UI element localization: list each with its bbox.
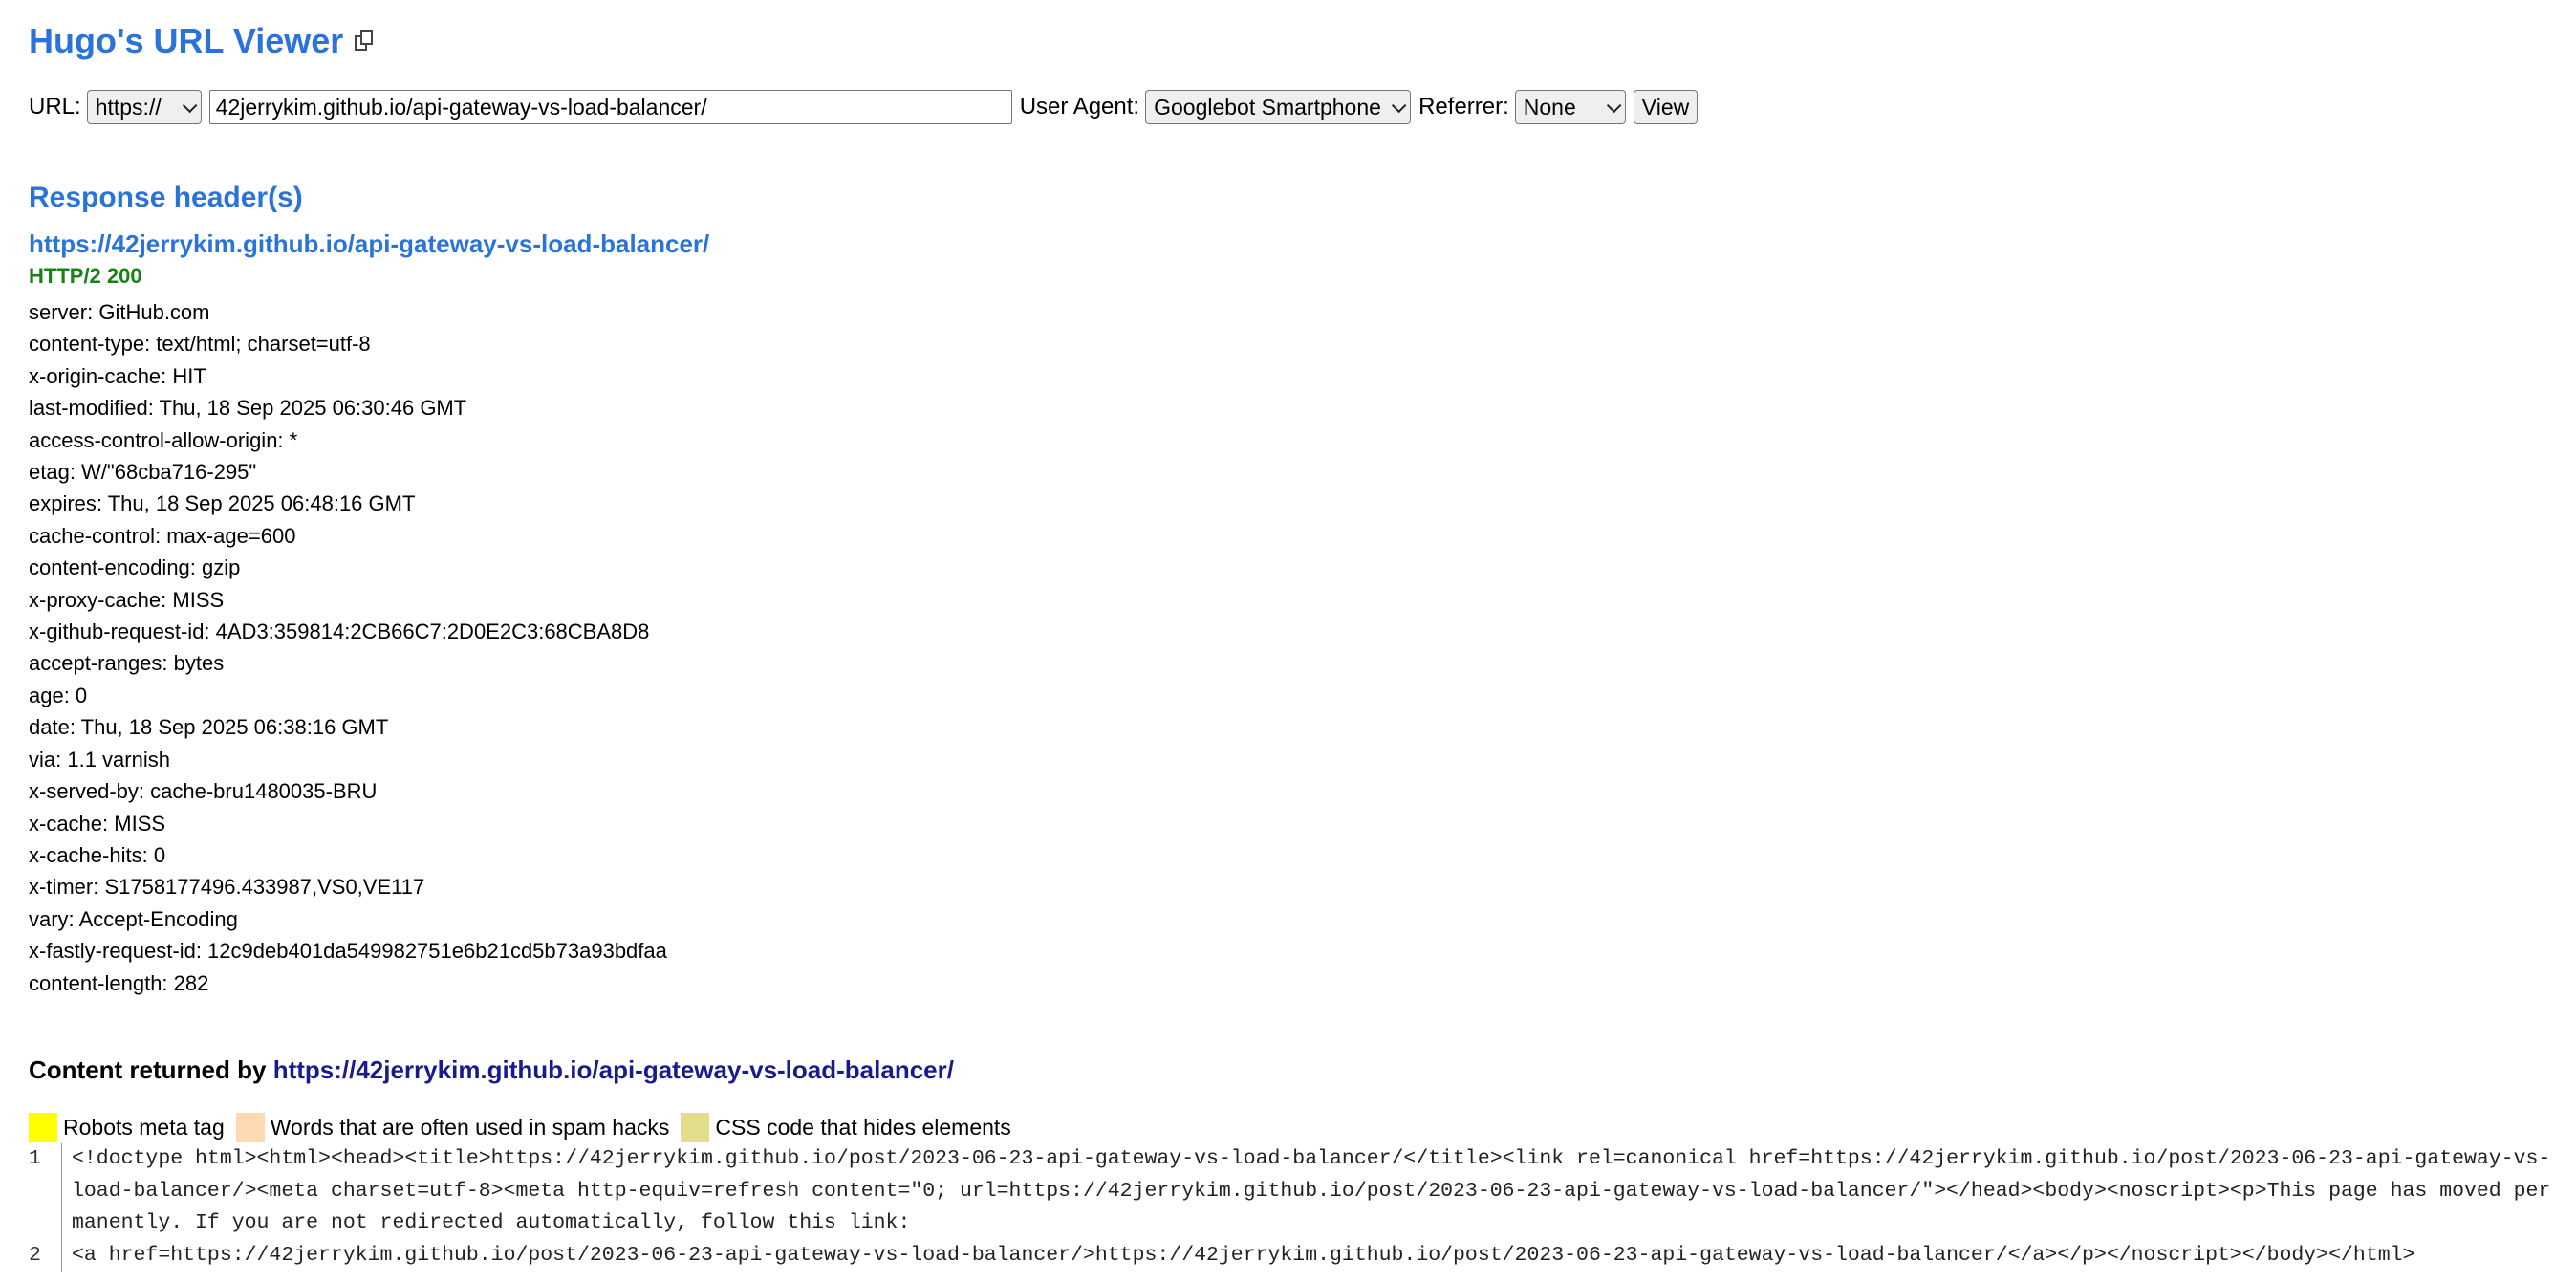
response-header-line: etag: W/"68cba716-295" xyxy=(29,460,257,485)
response-header-line: content-type: text/html; charset=utf-8 xyxy=(29,332,371,357)
response-header-line: via: 1.1 varnish xyxy=(29,747,170,772)
source-code-view: 1 <!doctype html><html><head><title>https… xyxy=(29,1143,2562,1272)
legend-label: Robots meta tag xyxy=(63,1114,225,1140)
legend-swatch xyxy=(235,1113,265,1142)
url-form: URL: https:// User Agent: Googlebot Smar… xyxy=(29,88,1699,126)
content-label-text: Content returned by xyxy=(29,1055,267,1084)
response-header-line: x-fastly-request-id: 12c9deb401da5499827… xyxy=(29,939,667,964)
legend-item: Words that are often used in spam hacks xyxy=(235,1113,670,1142)
code-line: 1 <!doctype html><html><head><title>https… xyxy=(29,1143,2562,1240)
user-agent-value: Googlebot Smartphone xyxy=(1154,94,1381,120)
response-header-line: server: GitHub.com xyxy=(29,300,210,324)
line-text: <a href=https://42jerrykim.github.io/pos… xyxy=(61,1239,2557,1272)
response-header-line: expires: Thu, 18 Sep 2025 06:48:16 GMT xyxy=(29,491,416,516)
content-returned-label: Content returned by https://42jerrykim.g… xyxy=(29,1055,954,1085)
response-header-line: x-served-by: cache-bru1480035-BRU xyxy=(29,779,378,804)
content-url-link[interactable]: https://42jerrykim.github.io/api-gateway… xyxy=(273,1055,954,1084)
response-header-line: x-proxy-cache: MISS xyxy=(29,587,225,612)
chevron-down-icon xyxy=(182,98,198,113)
legend-item: Robots meta tag xyxy=(29,1113,225,1142)
response-header-line: access-control-allow-origin: * xyxy=(29,427,298,452)
chevron-down-icon xyxy=(1606,98,1622,113)
response-header-line: content-encoding: gzip xyxy=(29,555,241,580)
status-line: HTTP/2 200 xyxy=(29,264,142,288)
url-input[interactable] xyxy=(208,90,1012,124)
response-header-line: date: Thu, 18 Sep 2025 06:38:16 GMT xyxy=(29,715,389,740)
response-url-link[interactable]: https://42jerrykim.github.io/api-gateway… xyxy=(29,229,709,259)
line-number: 2 xyxy=(29,1243,41,1267)
response-heading: Response header(s) xyxy=(29,182,303,213)
legend-label: CSS code that hides elements xyxy=(715,1114,1011,1140)
protocol-value: https:// xyxy=(95,94,162,120)
chevron-down-icon xyxy=(1391,98,1407,113)
response-header-line: x-github-request-id: 4AD3:359814:2CB66C7… xyxy=(29,620,650,644)
legend-swatch xyxy=(29,1113,57,1142)
url-label: URL: xyxy=(29,94,81,120)
response-header-line: x-origin-cache: HIT xyxy=(29,363,206,388)
user-agent-select[interactable]: Googlebot Smartphone xyxy=(1145,90,1412,124)
app-title: Hugo's URL Viewer xyxy=(29,21,344,60)
response-header-line: x-cache-hits: 0 xyxy=(29,842,166,867)
legend-item: CSS code that hides elements xyxy=(681,1113,1011,1142)
referrer-select[interactable]: None xyxy=(1514,90,1626,124)
url-viewer-page: Hugo's URL Viewer URL: https:// User Age… xyxy=(0,0,2576,1283)
response-header-line: cache-control: max-age=600 xyxy=(29,523,296,548)
legend-swatch xyxy=(681,1113,710,1142)
response-header-line: content-length: 282 xyxy=(29,970,209,995)
response-headers-list: server: GitHub.com content-type: text/htm… xyxy=(29,296,667,999)
copy-icon[interactable] xyxy=(355,30,376,53)
user-agent-label: User Agent: xyxy=(1019,94,1140,120)
response-header-line: x-timer: S1758177496.433987,VS0,VE117 xyxy=(29,875,425,900)
response-header-line: vary: Accept-Encoding xyxy=(29,906,238,931)
page-title: Hugo's URL Viewer xyxy=(29,21,376,61)
referrer-value: None xyxy=(1523,94,1576,120)
legend-label: Words that are often used in spam hacks xyxy=(270,1114,670,1140)
code-line: 2 <a href=https://42jerrykim.github.io/po… xyxy=(29,1239,2562,1272)
referrer-label: Referrer: xyxy=(1418,94,1509,120)
protocol-select[interactable]: https:// xyxy=(86,90,202,124)
response-header-line: age: 0 xyxy=(29,683,88,707)
highlight-legend: Robots meta tag Words that are often used… xyxy=(29,1113,1023,1142)
response-header-line: last-modified: Thu, 18 Sep 2025 06:30:46… xyxy=(29,396,467,421)
view-button[interactable]: View xyxy=(1633,90,1699,124)
response-header-line: x-cache: MISS xyxy=(29,811,166,836)
line-number: 1 xyxy=(29,1147,41,1170)
response-header-line: accept-ranges: bytes xyxy=(29,651,225,676)
line-text: <!doctype html><html><head><title>https:… xyxy=(61,1143,2557,1240)
